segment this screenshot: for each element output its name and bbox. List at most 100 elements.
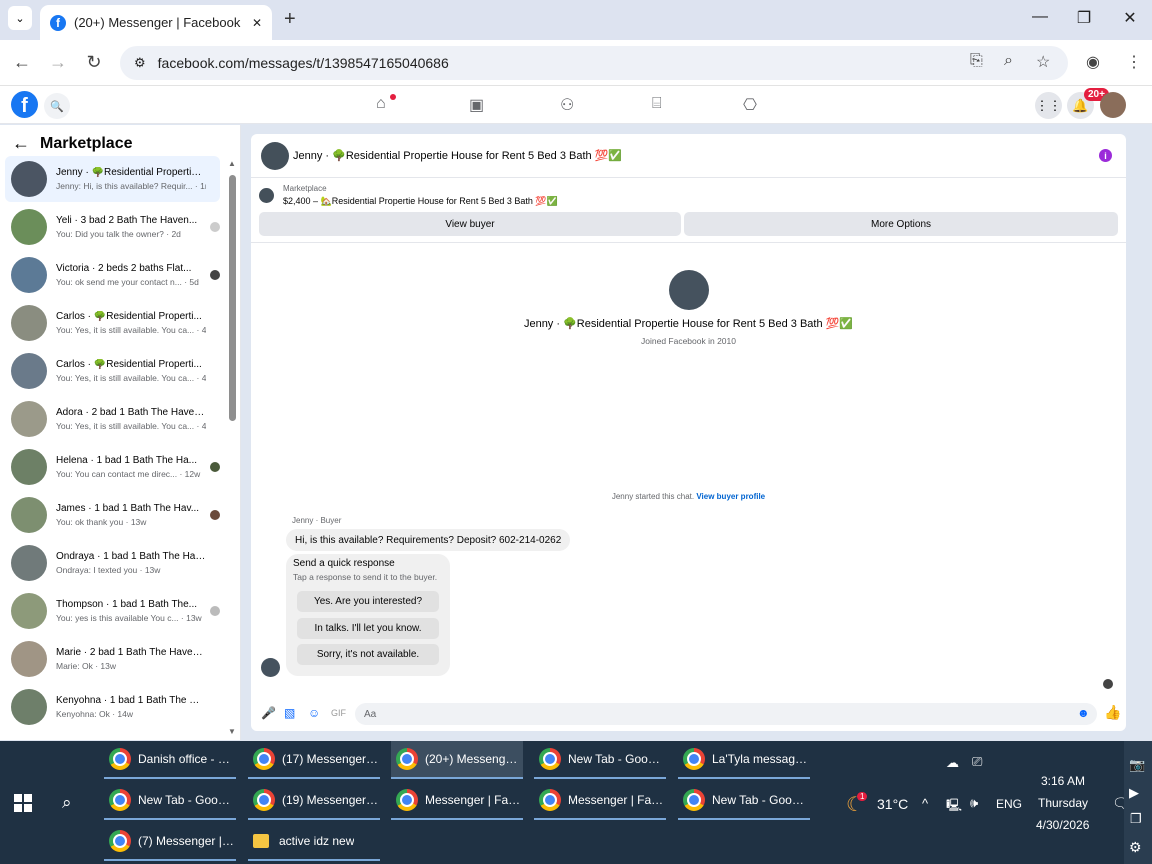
friends-icon[interactable]: ⚇ [560, 95, 574, 115]
listing-thumbnail[interactable] [259, 188, 274, 203]
scrollbar-thumb[interactable] [229, 175, 236, 421]
search-icon[interactable]: 🔍 [44, 93, 70, 119]
quick-reply-in-talks[interactable]: In talks. I'll let you know. [297, 618, 439, 639]
scroll-down-icon[interactable]: ▼ [228, 727, 236, 736]
conversation-item[interactable]: Carlos · 🌳Residential Properti... You: Ye… [5, 348, 220, 394]
site-info-icon[interactable]: ⚙ [134, 55, 146, 71]
conversation-item[interactable]: Adora · 2 bad 1 Bath The Haven... You: Ye… [5, 396, 220, 442]
taskbar-app[interactable]: active idz new [248, 823, 380, 861]
quick-reply-yes[interactable]: Yes. Are you interested? [297, 591, 439, 612]
photo-icon[interactable]: ▧ [284, 706, 295, 720]
bookmark-star-icon[interactable]: ☆ [1036, 52, 1050, 72]
tab-search-icon[interactable]: ⌄ [8, 6, 32, 30]
taskbar-app[interactable]: New Tab - Googl... [104, 782, 236, 820]
back-arrow-icon[interactable]: ← [12, 133, 30, 154]
taskbar-app[interactable]: Danish office - G... [104, 741, 236, 779]
conversation-item[interactable]: Thompson · 1 bad 1 Bath The... You: yes i… [5, 588, 220, 634]
chrome-icon [539, 789, 561, 811]
volume-icon[interactable]: 🕪 [970, 795, 978, 811]
scroll-up-icon[interactable]: ▲ [228, 159, 236, 168]
emoji-icon[interactable]: ☻ [1077, 706, 1090, 720]
taskbar-app[interactable]: Messenger | Fac... [391, 782, 523, 820]
conversation-preview: You: You can contact me direc... · 12w [56, 469, 201, 479]
conversation-text: Adora · 2 bad 1 Bath The Haven... You: Ye… [56, 407, 206, 431]
windows-start-icon[interactable] [14, 794, 32, 812]
close-window-button[interactable]: ✕ [1118, 8, 1142, 28]
chat-avatar[interactable] [261, 141, 289, 170]
new-tab-button[interactable]: + [284, 8, 296, 31]
conversation-item[interactable]: Kenyohna · 1 bad 1 Bath The Ha... Kenyohn… [5, 684, 220, 730]
conversation-text: Yeli · 3 bad 2 Bath The Haven... You: Did… [56, 215, 206, 239]
settings-gear-icon[interactable]: ⚙ [1129, 839, 1142, 856]
clock-day[interactable]: Thursday [1038, 796, 1088, 810]
camera-icon[interactable]: 📷 [1129, 757, 1145, 773]
taskbar-app[interactable]: New Tab - Googl... [534, 741, 666, 779]
profile-avatar[interactable] [669, 270, 709, 310]
listing-title[interactable]: $2,400 – 🏡Residential Propertie House fo… [283, 196, 558, 207]
tray-chevron-icon[interactable]: ^ [922, 796, 928, 811]
video-icon[interactable]: ▣ [469, 95, 484, 115]
menu-grid-icon[interactable]: ⋮⋮ [1035, 92, 1062, 119]
taskbar-app[interactable]: (7) Messenger | Fac... [104, 823, 236, 861]
clock-time[interactable]: 3:16 AM [1041, 774, 1085, 788]
view-buyer-button[interactable]: View buyer [259, 212, 681, 236]
microphone-icon[interactable]: 🎤 [261, 706, 276, 720]
conversation-item[interactable]: Carlos · 🌳Residential Properti... You: Ye… [5, 300, 220, 346]
taskbar-app[interactable]: New Tab - Googl... [678, 782, 810, 820]
reload-icon[interactable]: ↻ [82, 52, 106, 73]
taskbar-app[interactable]: (19) Messenger | ... [248, 782, 380, 820]
gif-icon[interactable]: GIF [331, 708, 346, 718]
conversation-item[interactable]: Marie · 2 bad 1 Bath The Haven... Marie: … [5, 636, 220, 682]
conversation-item[interactable]: Helena · 1 bad 1 Bath The Ha... You: You … [5, 444, 220, 490]
chrome-icon [253, 748, 275, 770]
taskbar-app[interactable]: (20+) Messenger... [391, 741, 523, 779]
conversation-item[interactable]: James · 1 bad 1 Bath The Hav... You: ok t… [5, 492, 220, 538]
gaming-icon[interactable]: ⎔ [743, 95, 757, 115]
video-record-icon[interactable]: ▶ [1129, 785, 1139, 801]
tab-strip: ⌄ f (20+) Messenger | Facebook ✕ + — ❐ ✕ [0, 0, 1152, 40]
taskbar-search-icon[interactable]: ⌕ [62, 793, 72, 813]
taskbar-app[interactable]: Messenger | Fac... [534, 782, 666, 820]
account-avatar[interactable] [1100, 92, 1126, 118]
onedrive-icon[interactable]: ☁ [946, 755, 959, 771]
more-options-button[interactable]: More Options [684, 212, 1118, 236]
like-thumb-icon[interactable]: 👍 [1104, 704, 1121, 721]
taskbar-app[interactable]: La'Tyla message... [678, 741, 810, 779]
chat-title[interactable]: Jenny · 🌳Residential Propertie House for… [293, 149, 622, 162]
back-icon[interactable]: ← [10, 52, 34, 73]
zoom-icon[interactable]: ⌕ [1004, 52, 1013, 70]
view-buyer-profile-link[interactable]: View buyer profile [696, 492, 765, 501]
menu-dots-icon[interactable]: ⋮ [1126, 52, 1142, 72]
conversation-item[interactable]: Ondraya · 1 bad 1 Bath The Hav... Ondraya… [5, 540, 220, 586]
language-indicator[interactable]: ENG [996, 797, 1022, 811]
forward-icon[interactable]: → [46, 52, 70, 73]
sticker-icon[interactable]: ☺ [308, 706, 320, 720]
conversation-name: Yeli · 3 bad 2 Bath The Haven... [56, 215, 198, 226]
facebook-logo-icon[interactable]: f [11, 91, 38, 118]
quick-reply-not-available[interactable]: Sorry, it's not available. [297, 644, 439, 665]
clock-date[interactable]: 4/30/2026 [1036, 818, 1089, 832]
minimize-button[interactable]: — [1028, 8, 1052, 26]
meet-now-icon[interactable]: ⎚ [972, 754, 982, 770]
chrome-icon [396, 789, 418, 811]
conversation-name: Victoria · 2 beds 2 baths Flat... [56, 263, 192, 274]
address-bar[interactable]: ⚙ facebook.com/messages/t/13985471650406… [120, 46, 1068, 80]
marketplace-icon[interactable]: ⌸ [652, 95, 662, 113]
weather-temp[interactable]: 31°C [877, 796, 908, 812]
conversation-name: Adora · 2 bad 1 Bath The Haven... [56, 407, 206, 418]
taskbar-app-label: (7) Messenger | Fac... [138, 834, 236, 848]
conversation-item[interactable]: Yeli · 3 bad 2 Bath The Haven... You: Did… [5, 204, 220, 250]
profile-icon[interactable]: ◉ [1086, 52, 1100, 72]
window-icon[interactable]: ❐ [1130, 811, 1142, 827]
maximize-button[interactable]: ❐ [1072, 8, 1096, 28]
home-icon[interactable]: ⌂ [376, 95, 386, 113]
taskbar-app[interactable]: (17) Messenger | ... [248, 741, 380, 779]
conversation-item[interactable]: Jenny · 🌳Residential Propertie House for… [5, 156, 220, 202]
info-icon[interactable]: i [1099, 149, 1112, 162]
message-input[interactable]: Aa [355, 703, 1097, 725]
close-tab-icon[interactable]: ✕ [252, 16, 262, 30]
network-icon[interactable]: 🖳 [946, 796, 962, 817]
conversation-item[interactable]: Victoria · 2 beds 2 baths Flat... You: ok… [5, 252, 220, 298]
install-icon[interactable]: ⎘ [970, 52, 983, 70]
active-tab[interactable]: f (20+) Messenger | Facebook ✕ [40, 5, 272, 40]
